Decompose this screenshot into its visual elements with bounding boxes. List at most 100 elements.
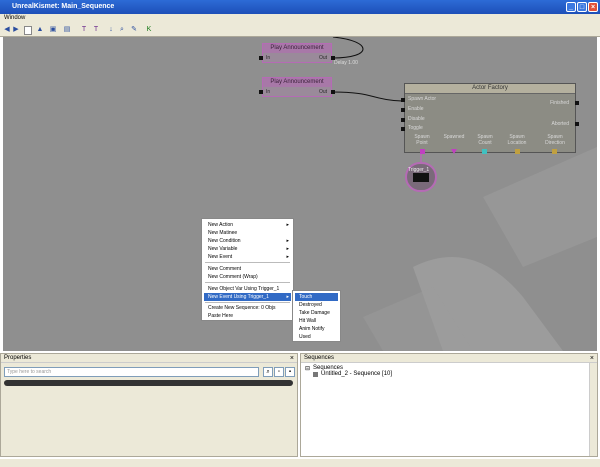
menu-item-selected[interactable]: New Event Using Trigger_1 ▸ <box>204 293 291 301</box>
menu-item-label: New Event Using Trigger_1 <box>208 294 269 300</box>
text-tool-icon[interactable]: T <box>80 26 88 34</box>
var-spawn-direction: Spawn Direction <box>545 134 565 146</box>
tree-item[interactable]: Untitled_2 - Sequence [10] <box>321 371 392 377</box>
output-plug[interactable] <box>575 122 579 126</box>
input-plug[interactable] <box>259 90 263 94</box>
input-plug[interactable] <box>401 118 405 122</box>
search-input[interactable]: Type here to search <box>4 367 259 377</box>
menu-item[interactable]: New Comment (Wrap) <box>204 273 291 281</box>
input-plug[interactable] <box>401 98 405 102</box>
output-plug[interactable] <box>331 90 335 94</box>
status-bar <box>0 459 600 467</box>
trigger-node[interactable]: Trigger_1 <box>405 162 437 192</box>
play-announcement-node-2[interactable]: Play Announcement In Out <box>259 77 335 97</box>
menu-window[interactable]: Window <box>4 15 25 21</box>
menu-item[interactable]: New Comment <box>204 265 291 273</box>
properties-title: Properties <box>4 355 32 361</box>
submenu-item-selected[interactable]: Touch <box>295 293 338 301</box>
var-plug[interactable] <box>451 149 457 154</box>
property-row[interactable] <box>4 380 293 386</box>
lock-icon[interactable]: ▪ <box>285 367 295 377</box>
properties-panel: Properties × Type here to search ⌕ ▫ ▪ <box>0 353 298 457</box>
up-arrow-icon[interactable]: ▲ <box>36 26 44 34</box>
input-plug[interactable] <box>259 56 263 60</box>
submenu-item[interactable]: Destroyed <box>295 301 338 309</box>
panel-title: Properties × <box>1 354 297 363</box>
port-out: Out <box>318 55 327 61</box>
port-aborted: Aborted <box>551 121 569 127</box>
menu-item[interactable]: Paste Here <box>204 312 291 320</box>
camera-icon[interactable]: ▤ <box>63 26 71 34</box>
maximize-button[interactable]: □ <box>577 2 587 12</box>
var-plug[interactable] <box>552 149 557 154</box>
var-spawned: Spawned <box>443 134 465 140</box>
menu-item[interactable]: New Event ▸ <box>204 253 291 261</box>
var-plug[interactable] <box>515 149 520 154</box>
sequences-panel: Sequences × ⊟ Sequences Untitled_2 - Sequ… <box>300 353 598 457</box>
kismet-icon[interactable]: K <box>145 26 153 34</box>
sequences-title: Sequences <box>304 355 335 361</box>
menu-item[interactable]: New Matinee <box>204 229 291 237</box>
menu-item-label: New Matinee <box>208 230 238 236</box>
menu-item-label: New Object Var Using Trigger_1 <box>208 286 280 292</box>
menu-item[interactable]: New Action ▸ <box>204 221 291 229</box>
submenu-item[interactable]: Hit Wall <box>295 317 338 325</box>
minimize-button[interactable]: _ <box>566 2 576 12</box>
wrench-icon[interactable]: ✎ <box>130 26 138 34</box>
port-finished: Finished <box>550 100 569 106</box>
submenu-arrow-icon: ▸ <box>286 254 289 260</box>
toolbar: ◀ ▶ ▲ ▣ ▤ T T ↓ ⌕ ✎ K <box>0 24 600 37</box>
context-menu[interactable]: New Action ▸ New Matinee New Condition ▸ N… <box>201 218 294 321</box>
menu-item-label: New Comment <box>208 266 242 272</box>
close-button[interactable]: × <box>588 2 598 12</box>
actor-factory-node[interactable]: Actor Factory Spawn Actor Enable Disable… <box>401 83 579 154</box>
menu-item[interactable]: New Object Var Using Trigger_1 <box>204 285 291 293</box>
menu-bar: Window <box>0 14 600 24</box>
search-icon[interactable]: ⌕ <box>263 367 273 377</box>
port-in: In <box>266 55 271 61</box>
submenu[interactable]: Touch Destroyed Take Damage Hit Wall Ani… <box>292 290 341 342</box>
open-icon[interactable]: ▣ <box>49 26 57 34</box>
submenu-arrow-icon: ▸ <box>286 222 289 228</box>
delay-label: Delay 1.00 <box>334 60 358 66</box>
panel-title: Sequences × <box>301 354 597 363</box>
node-title: Play Announcement <box>263 78 331 87</box>
pin-icon[interactable]: ↓ <box>107 26 115 34</box>
submenu-item[interactable]: Used <box>295 333 338 341</box>
kismet-canvas[interactable]: Play Announcement In Out Delay 1.00 Play… <box>3 37 597 351</box>
text-tool2-icon[interactable]: T <box>92 26 100 34</box>
port-enable: Enable <box>408 106 424 112</box>
var-plug[interactable] <box>420 149 425 154</box>
menu-item[interactable]: Create New Sequence: 0 Objs <box>204 304 291 312</box>
trigger-icon <box>413 173 429 182</box>
output-plug[interactable] <box>575 101 579 105</box>
menu-item[interactable]: New Variable ▸ <box>204 245 291 253</box>
input-plug[interactable] <box>401 108 405 112</box>
close-icon[interactable]: × <box>290 354 294 363</box>
dropdown-icon[interactable] <box>24 26 32 35</box>
submenu-arrow-icon: ▸ <box>286 238 289 244</box>
input-plug[interactable] <box>401 127 405 131</box>
tree-collapse-icon[interactable]: ⊟ <box>305 365 310 372</box>
port-disable: Disable <box>408 116 425 122</box>
submenu-item[interactable]: Anim Notify <box>295 325 338 333</box>
menu-separator <box>205 282 290 283</box>
forward-arrow-icon[interactable]: ▶ <box>12 26 20 34</box>
var-spawn-count: Spawn Count <box>477 134 493 146</box>
var-spawn-location: Spawn Location <box>507 134 527 146</box>
submenu-arrow-icon: ▸ <box>286 246 289 252</box>
clear-search-icon[interactable]: ▫ <box>274 367 284 377</box>
window-title: UnrealKismet: Main_Sequence <box>12 3 115 10</box>
menu-item-label: New Variable <box>208 246 238 252</box>
window-titlebar: UnrealKismet: Main_Sequence _ □ × <box>0 0 600 14</box>
port-out: Out <box>318 89 327 95</box>
scrollbar[interactable] <box>589 363 597 456</box>
menu-item[interactable]: New Condition ▸ <box>204 237 291 245</box>
back-arrow-icon[interactable]: ◀ <box>3 26 11 34</box>
var-plug[interactable] <box>482 149 487 154</box>
play-announcement-node[interactable]: Play Announcement In Out <box>259 43 335 63</box>
close-icon[interactable]: × <box>590 354 594 363</box>
port-in: In <box>266 89 271 95</box>
search-icon[interactable]: ⌕ <box>118 26 126 34</box>
submenu-item[interactable]: Take Damage <box>295 309 338 317</box>
